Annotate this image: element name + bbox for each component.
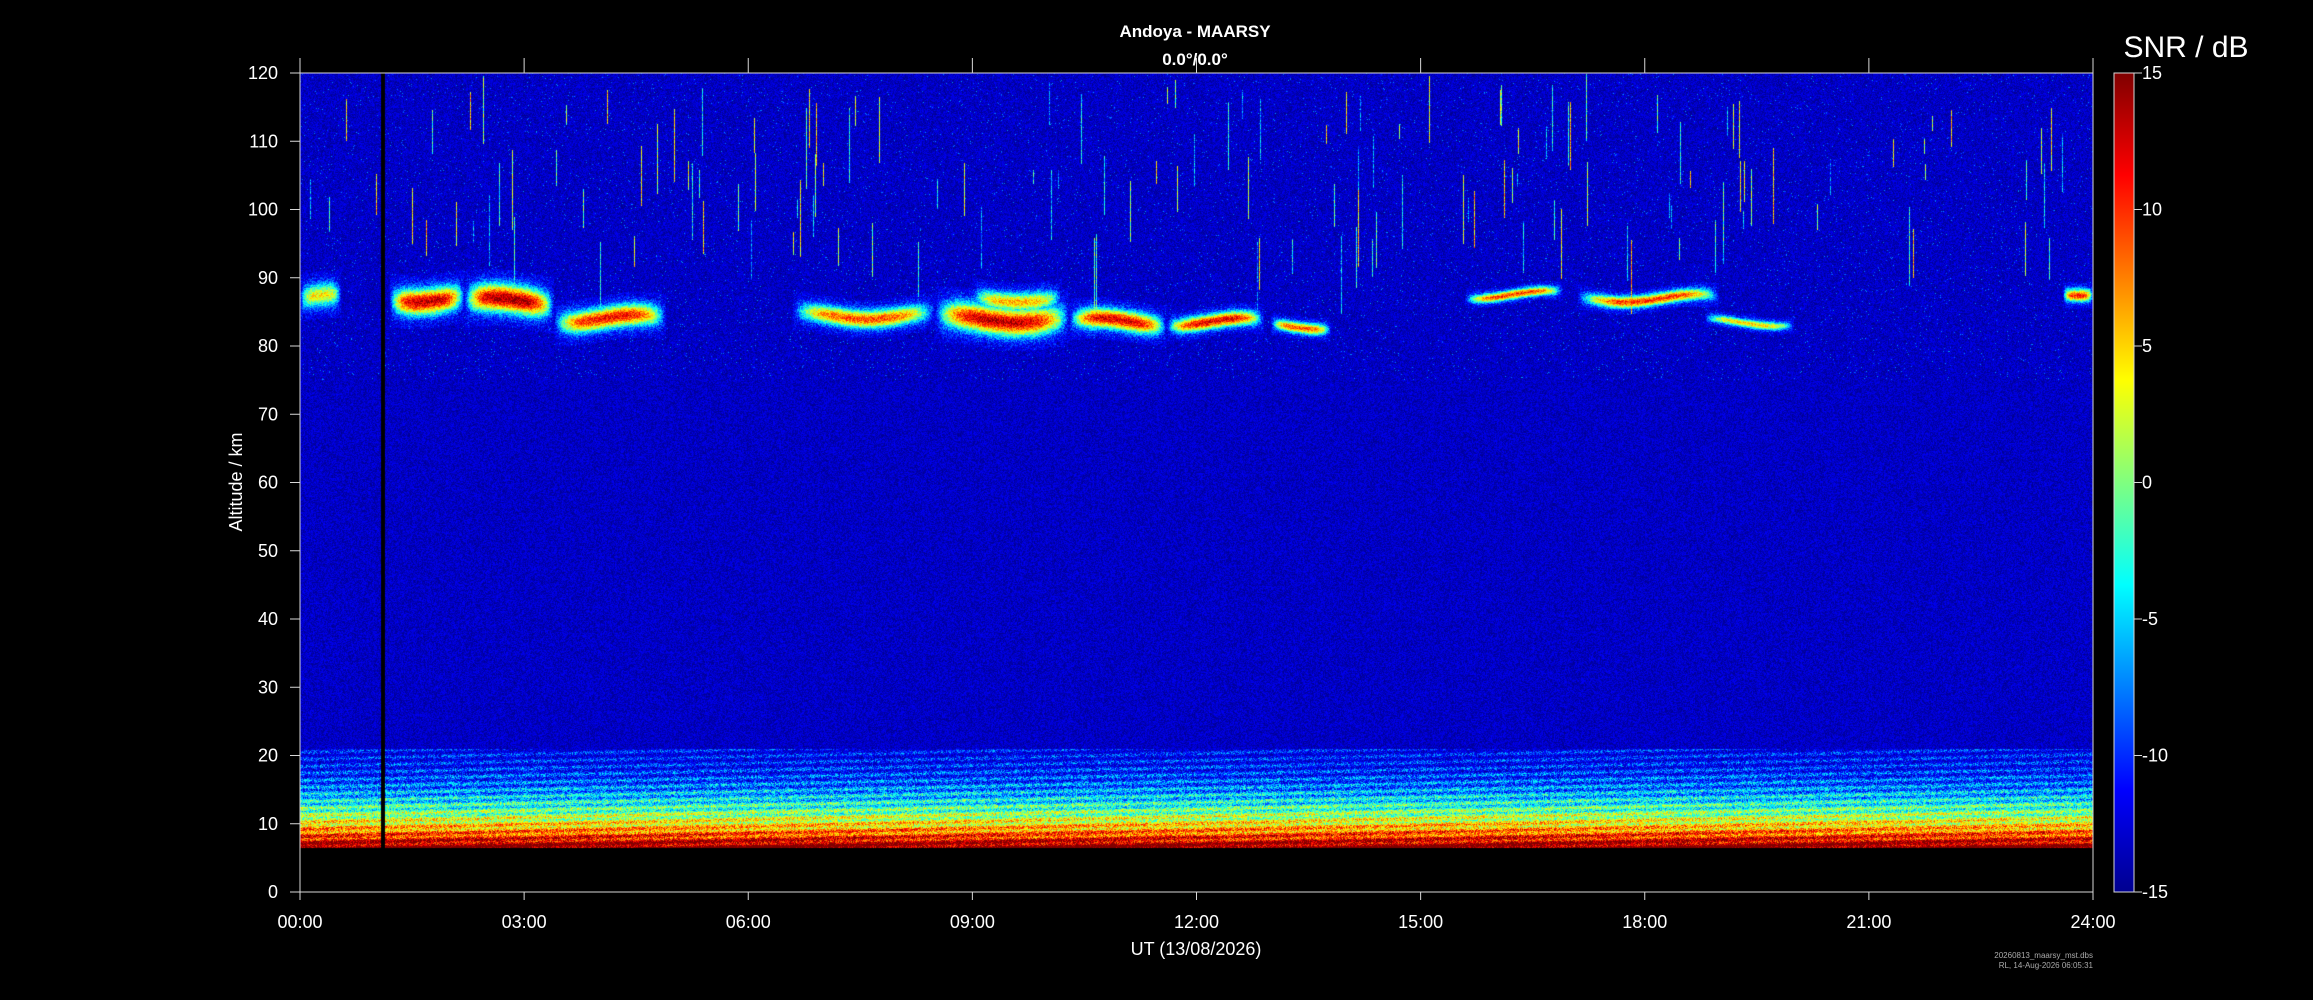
y-tick-label: 70 — [258, 404, 278, 424]
colorbar-label: SNR / dB — [2123, 31, 2248, 64]
snr-heatmap — [300, 73, 2093, 892]
colorbar-tick-label: -5 — [2142, 609, 2158, 629]
x-tick-label: 24:00 — [2070, 912, 2115, 932]
colorbar-tick-label: 0 — [2142, 473, 2152, 493]
colorbar-tick-label: -15 — [2142, 882, 2168, 902]
colorbar-tick-label: -10 — [2142, 746, 2168, 766]
x-tick-label: 21:00 — [1846, 912, 1891, 932]
y-tick-label: 120 — [248, 63, 278, 83]
chart-title: Andoya - MAARSY — [1119, 22, 1271, 41]
chart-subtitle: 0.0°/0.0° — [1162, 50, 1228, 69]
footer-filename: 20260813_maarsy_mst.dbs — [1994, 951, 2093, 960]
y-tick-label: 20 — [258, 746, 278, 766]
colorbar — [2113, 72, 2135, 893]
y-tick-label: 80 — [258, 336, 278, 356]
y-tick-label: 100 — [248, 200, 278, 220]
y-tick-label: 50 — [258, 541, 278, 561]
x-tick-label: 09:00 — [950, 912, 995, 932]
footer-timestamp: RL, 14-Aug-2026 06:05:31 — [1999, 961, 2094, 970]
x-tick-label: 03:00 — [502, 912, 547, 932]
y-tick-label: 110 — [249, 131, 278, 151]
y-tick-label: 60 — [258, 473, 278, 493]
x-tick-label: 12:00 — [1174, 912, 1219, 932]
colorbar-tick-label: 5 — [2142, 336, 2152, 356]
y-tick-label: 40 — [258, 609, 278, 629]
y-axis: 0 10 20 30 40 50 60 70 80 90 100 110 120 — [248, 63, 300, 902]
y-tick-label: 0 — [268, 882, 278, 902]
colorbar-tick-label: 10 — [2142, 200, 2162, 220]
y-tick-label: 10 — [258, 814, 278, 834]
y-tick-label: 90 — [258, 268, 278, 288]
y-axis-label: Altitude / km — [226, 432, 246, 531]
maarsy-snr-chart: Andoya - MAARSY 0.0°/0.0° 00:00 03:00 06:0… — [226, 22, 2249, 970]
colorbar-axis: 15 10 5 0 -5 -10 -15 — [2134, 63, 2168, 902]
x-tick-label: 15:00 — [1398, 912, 1443, 932]
x-tick-label: 00:00 — [277, 912, 322, 932]
colorbar-tick-label: 15 — [2142, 63, 2162, 83]
x-axis-label: UT (13/08/2026) — [1131, 939, 1262, 959]
x-tick-label: 06:00 — [726, 912, 771, 932]
y-tick-label: 30 — [258, 677, 278, 697]
x-tick-label: 18:00 — [1622, 912, 1667, 932]
